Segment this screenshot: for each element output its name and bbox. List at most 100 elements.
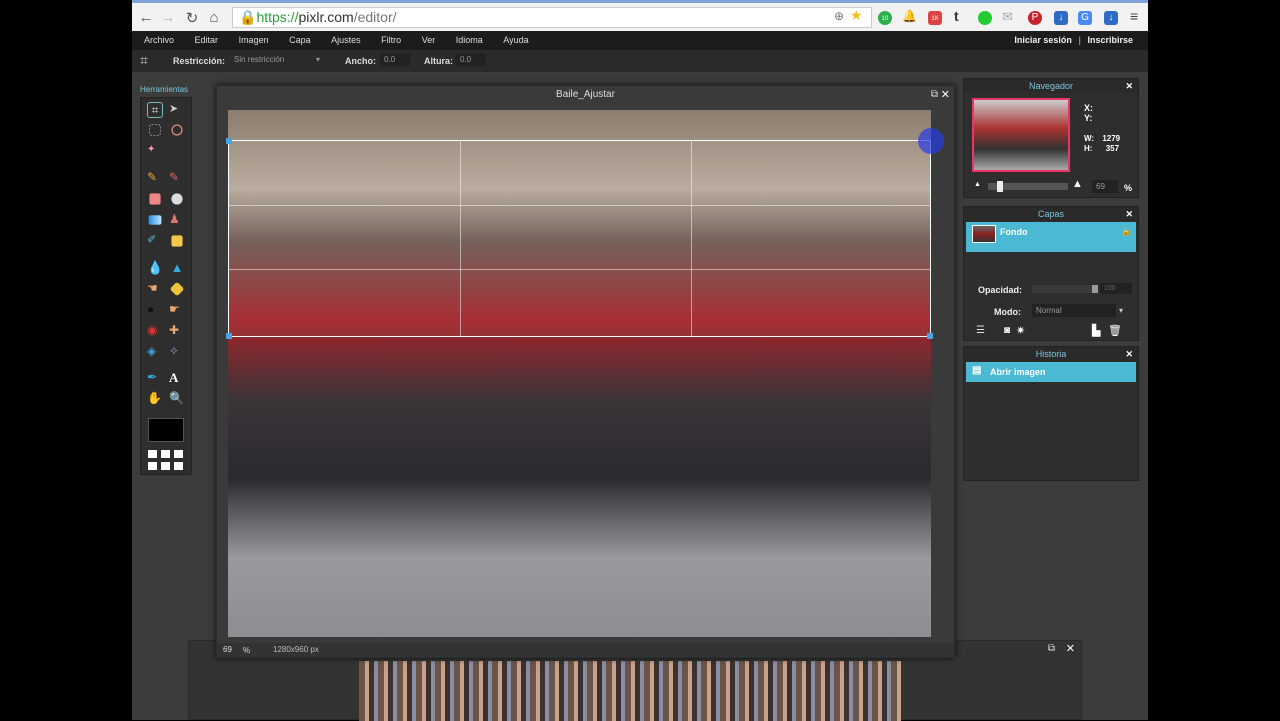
chevron-down-icon[interactable]: ▾ [1119, 306, 1123, 315]
bookmark-star-icon[interactable]: ★ [850, 7, 863, 24]
forward-icon[interactable]: → [158, 9, 178, 26]
x-label: X: [1084, 103, 1093, 113]
sharpen-tool[interactable]: ▲ [169, 260, 185, 276]
close-icon[interactable]: ✕ [941, 88, 950, 101]
zoom-unit: % [1124, 183, 1133, 193]
navigator-zoom-input[interactable]: 69 [1092, 180, 1118, 193]
layer-item[interactable]: Fondo 🔒 [966, 222, 1136, 252]
spot-heal-tool[interactable]: ✚ [169, 323, 185, 339]
download-icon[interactable]: ↓ [1054, 11, 1068, 25]
lasso-tool[interactable] [171, 124, 183, 136]
url-scheme: https:// [256, 9, 299, 25]
gradient-tool[interactable] [148, 215, 162, 225]
zoom-slider-handle[interactable] [997, 181, 1003, 192]
zoom-value[interactable]: 69 [223, 645, 232, 654]
sponge-tool[interactable] [169, 281, 185, 297]
menu-ayuda[interactable]: Ayuda [503, 31, 528, 50]
pinch-tool[interactable]: ✧ [169, 344, 185, 360]
address-bar[interactable]: 🔒https://pixlr.com/editor/ [232, 7, 872, 28]
pinterest-icon[interactable]: P [1028, 11, 1042, 25]
zoom-slider[interactable] [988, 181, 1068, 192]
layer-style-icon[interactable]: ✷ [1016, 324, 1025, 337]
zoom-out-icon[interactable]: ▲ [974, 181, 981, 188]
layer-mask-icon[interactable]: ◙ [1004, 325, 1010, 336]
text-tool[interactable]: A [169, 370, 185, 386]
hand-tool[interactable]: ✋ [147, 391, 163, 407]
color-replace-tool[interactable]: ✐ [147, 233, 163, 249]
mail-icon[interactable]: ✉ [1002, 9, 1013, 25]
navigator-thumbnail[interactable] [972, 98, 1070, 172]
google-plus-icon[interactable]: 1K [928, 11, 942, 25]
clone-stamp-tool[interactable]: ♟ [169, 212, 185, 228]
height-input[interactable]: 0.0 [456, 53, 486, 66]
download-icon-2[interactable]: ↓ [1104, 11, 1118, 25]
eraser-tool[interactable] [149, 193, 161, 205]
menu-icon[interactable]: ≡ [1130, 8, 1138, 24]
new-layer-icon[interactable]: ▙ [1092, 324, 1100, 337]
zoom-icon[interactable]: ⊕ [834, 9, 844, 23]
color-picker-tool[interactable]: ✒ [147, 370, 163, 386]
opacity-handle[interactable] [1092, 285, 1098, 293]
grid-icon[interactable] [148, 450, 184, 470]
red-eye-tool[interactable]: ◉ [147, 323, 163, 339]
restore-icon[interactable]: ⧉ [931, 89, 938, 100]
signup-link[interactable]: Inscribirse [1087, 35, 1133, 45]
menu-filtro[interactable]: Filtro [381, 31, 401, 50]
marquee-tool[interactable] [149, 124, 161, 136]
restriction-select[interactable]: Sin restricción ▾ [230, 53, 324, 66]
menu-editar[interactable]: Editar [195, 31, 219, 50]
drawing-tool[interactable] [171, 235, 183, 247]
restore-icon[interactable]: ⧉ [1048, 643, 1055, 654]
width-input[interactable]: 0.0 [380, 53, 410, 66]
close-icon[interactable]: ✕ [1125, 207, 1133, 221]
trash-icon[interactable]: 🗑 [1108, 324, 1122, 337]
tumblr-icon[interactable]: t [954, 8, 959, 24]
color-swatch[interactable] [148, 418, 184, 442]
menu-ver[interactable]: Ver [422, 31, 436, 50]
crop-selection[interactable] [226, 138, 933, 339]
canvas-image[interactable] [226, 110, 944, 637]
brush-tool[interactable]: ✎ [169, 170, 185, 186]
magic-wand-tool[interactable]: ✦ [147, 144, 163, 160]
zoom-in-icon[interactable]: ▲ [1072, 178, 1083, 190]
menu-idioma[interactable]: Idioma [456, 31, 483, 50]
history-item[interactable]: ▤ Abrir imagen [966, 362, 1136, 382]
menu-archivo[interactable]: Archivo [144, 31, 174, 50]
document-window: Baile_Ajustar ⧉ ✕ 69 % 1280x960 px [216, 85, 955, 658]
back-icon[interactable]: ← [136, 9, 156, 26]
tools-title: Herramientas [140, 85, 189, 94]
bell-icon[interactable]: 🔔 [902, 9, 917, 23]
blur-tool[interactable]: 💧 [147, 260, 163, 276]
menu-ajustes[interactable]: Ajustes [331, 31, 361, 50]
whatsapp-icon[interactable] [978, 11, 992, 25]
browser-window: ← → ↻ ⌂ 🔒https://pixlr.com/editor/ ⊕ ★ 1… [132, 0, 1148, 721]
burn-tool[interactable]: ● [147, 302, 163, 318]
opacity-slider[interactable] [1032, 285, 1098, 293]
crop-tool[interactable]: ⌗ [147, 102, 163, 118]
menu-capa[interactable]: Capa [289, 31, 311, 50]
paint-bucket-tool[interactable] [171, 193, 183, 205]
zoom-tool[interactable]: 🔍 [169, 391, 185, 407]
move-tool[interactable]: ➤ [169, 102, 185, 118]
close-icon[interactable]: ✕ [1125, 79, 1133, 93]
opacity-input[interactable]: 100 [1100, 283, 1132, 294]
lock-icon[interactable]: 🔒 [1121, 227, 1131, 236]
pencil-tool[interactable]: ✎ [147, 170, 163, 186]
crop-handle[interactable] [226, 138, 232, 144]
menu-imagen[interactable]: Imagen [239, 31, 269, 50]
translate-icon[interactable]: G [1078, 11, 1092, 25]
extension-icon-green[interactable]: 10 [878, 11, 892, 25]
close-icon[interactable]: ✕ [1066, 642, 1075, 655]
reload-icon[interactable]: ↻ [182, 9, 202, 27]
crop-handle[interactable] [226, 333, 232, 339]
home-icon[interactable]: ⌂ [204, 9, 224, 26]
cursor-indicator [918, 128, 944, 154]
close-icon[interactable]: ✕ [1125, 347, 1133, 361]
layer-settings-icon[interactable]: ☰ [976, 325, 985, 336]
login-link[interactable]: Iniciar sesión [1014, 35, 1072, 45]
smudge-tool[interactable]: ☚ [147, 281, 163, 297]
bloat-tool[interactable]: ◈ [147, 344, 163, 360]
dodge-tool[interactable]: ☛ [169, 302, 185, 318]
crop-handle[interactable] [927, 333, 933, 339]
blend-mode-select[interactable]: Normal [1032, 304, 1116, 317]
